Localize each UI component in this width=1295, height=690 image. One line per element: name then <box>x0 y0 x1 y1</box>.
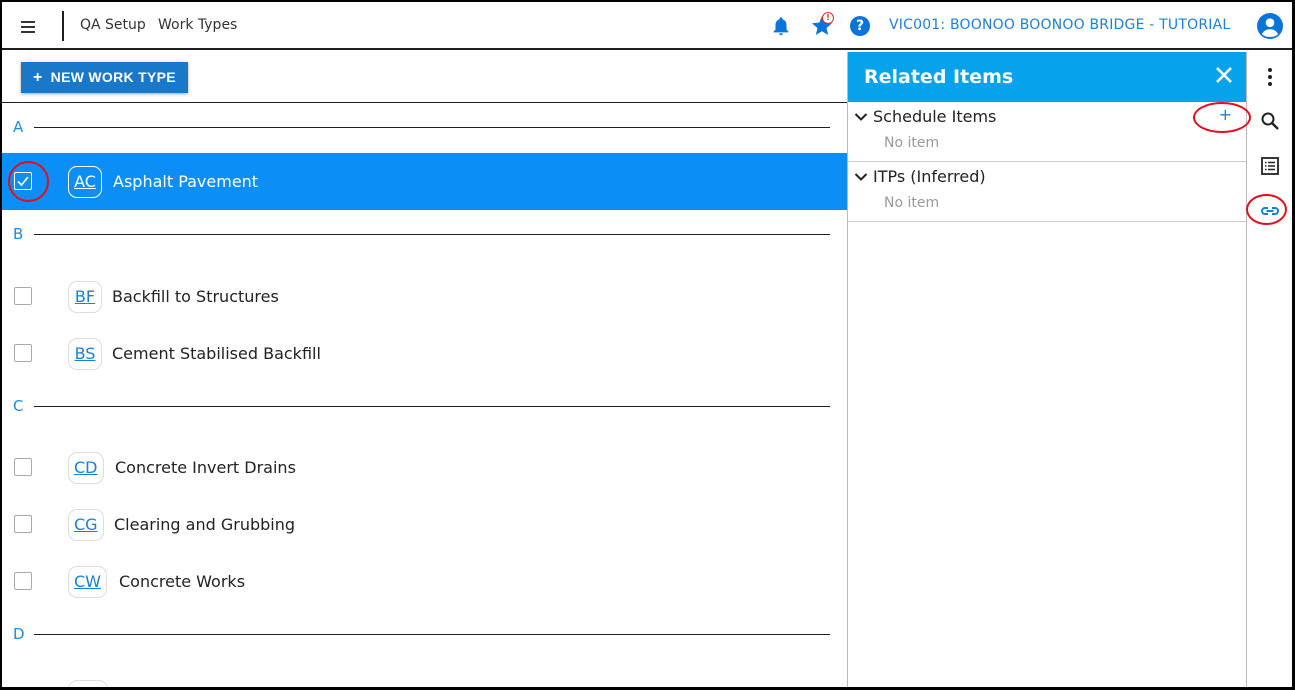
group-header-a: A <box>2 103 847 153</box>
link-icon[interactable] <box>1259 200 1281 222</box>
group-divider <box>34 634 830 635</box>
close-icon[interactable] <box>1212 63 1236 87</box>
side-rail <box>1247 52 1292 687</box>
group-letter: C <box>13 397 24 415</box>
row-checkbox[interactable] <box>14 172 32 190</box>
divider <box>62 11 64 41</box>
row-checkbox[interactable] <box>14 287 32 305</box>
bell-icon[interactable] <box>770 15 792 37</box>
work-type-name: Backfill to Structures <box>112 287 279 306</box>
breadcrumb-qa-setup[interactable]: QA Setup <box>80 17 146 33</box>
empty-message: No item <box>884 135 940 151</box>
section-title[interactable]: Schedule Items <box>873 107 996 126</box>
search-icon[interactable] <box>1259 110 1281 132</box>
related-items-panel: Related Items Schedule Items + No item I… <box>847 52 1247 687</box>
group-divider <box>34 234 830 235</box>
app-window: QA Setup Work Types ! ? VIC001: BOONOO B… <box>2 2 1292 687</box>
list-item[interactable]: CG Clearing and Grubbing <box>2 496 847 553</box>
list-item[interactable]: AC Asphalt Pavement <box>2 153 847 210</box>
work-type-list: + NEW WORK TYPE A AC Asphalt Pavement B B… <box>2 52 847 687</box>
work-type-code <box>68 680 108 687</box>
work-type-name: Cement Stabilised Backfill <box>112 344 321 363</box>
new-work-type-label: NEW WORK TYPE <box>50 68 176 85</box>
group-letter: B <box>13 225 24 243</box>
work-type-code[interactable]: BS <box>68 338 102 370</box>
breadcrumb-work-types[interactable]: Work Types <box>158 17 237 33</box>
row-checkbox[interactable] <box>14 344 32 362</box>
work-type-code[interactable]: BF <box>68 281 102 313</box>
group-divider <box>34 406 830 407</box>
empty-message: No item <box>884 195 940 211</box>
panel-header: Related Items <box>848 52 1246 102</box>
row-checkbox[interactable] <box>14 515 32 533</box>
help-icon[interactable]: ? <box>850 16 870 36</box>
group-divider <box>34 127 830 128</box>
list-item[interactable]: CW Concrete Works <box>2 553 847 610</box>
schedule-items-section: Schedule Items + No item <box>848 102 1246 162</box>
itps-inferred-section: ITPs (Inferred) No item <box>848 162 1246 222</box>
list-item[interactable]: CD Concrete Invert Drains <box>2 439 847 496</box>
panel-title: Related Items <box>864 66 1014 88</box>
row-checkbox[interactable] <box>14 458 32 476</box>
section-title[interactable]: ITPs (Inferred) <box>873 167 986 186</box>
group-letter: D <box>13 625 25 643</box>
hamburger-menu-icon[interactable] <box>12 12 44 40</box>
group-header-b: B <box>2 210 847 268</box>
list-icon[interactable] <box>1259 155 1281 177</box>
project-selector[interactable]: VIC001: BOONOO BOONOO BRIDGE - TUTORIAL <box>889 17 1230 33</box>
work-type-name: Concrete Works <box>119 572 246 591</box>
top-bar: QA Setup Work Types ! ? VIC001: BOONOO B… <box>2 2 1292 50</box>
work-type-name: Clearing and Grubbing <box>114 515 296 534</box>
plus-icon: + <box>33 68 43 86</box>
more-vert-icon[interactable] <box>1259 66 1281 88</box>
work-type-name: Asphalt Pavement <box>113 172 259 191</box>
check-icon <box>17 176 29 187</box>
chevron-down-icon[interactable] <box>854 111 868 123</box>
work-type-code[interactable]: AC <box>68 166 102 198</box>
list-item[interactable]: BF Backfill to Structures <box>2 268 847 325</box>
group-header-c: C <box>2 382 847 439</box>
list-item[interactable]: BS Cement Stabilised Backfill <box>2 325 847 382</box>
favorites-star-button[interactable]: ! <box>810 12 834 38</box>
add-schedule-item-button[interactable]: + <box>1219 105 1232 124</box>
chevron-down-icon[interactable] <box>854 171 868 183</box>
new-work-type-button[interactable]: + NEW WORK TYPE <box>21 62 188 93</box>
group-letter: A <box>13 118 24 136</box>
list-toolbar: + NEW WORK TYPE <box>2 52 847 103</box>
work-type-name: Concrete Invert Drains <box>115 458 296 477</box>
work-type-code[interactable]: CD <box>68 452 104 484</box>
group-header-d: D <box>2 610 847 667</box>
row-checkbox[interactable] <box>14 572 32 590</box>
work-type-code[interactable]: CG <box>68 509 104 541</box>
user-avatar-icon[interactable] <box>1257 13 1283 39</box>
work-type-code[interactable]: CW <box>68 566 107 598</box>
notification-badge: ! <box>822 12 834 24</box>
